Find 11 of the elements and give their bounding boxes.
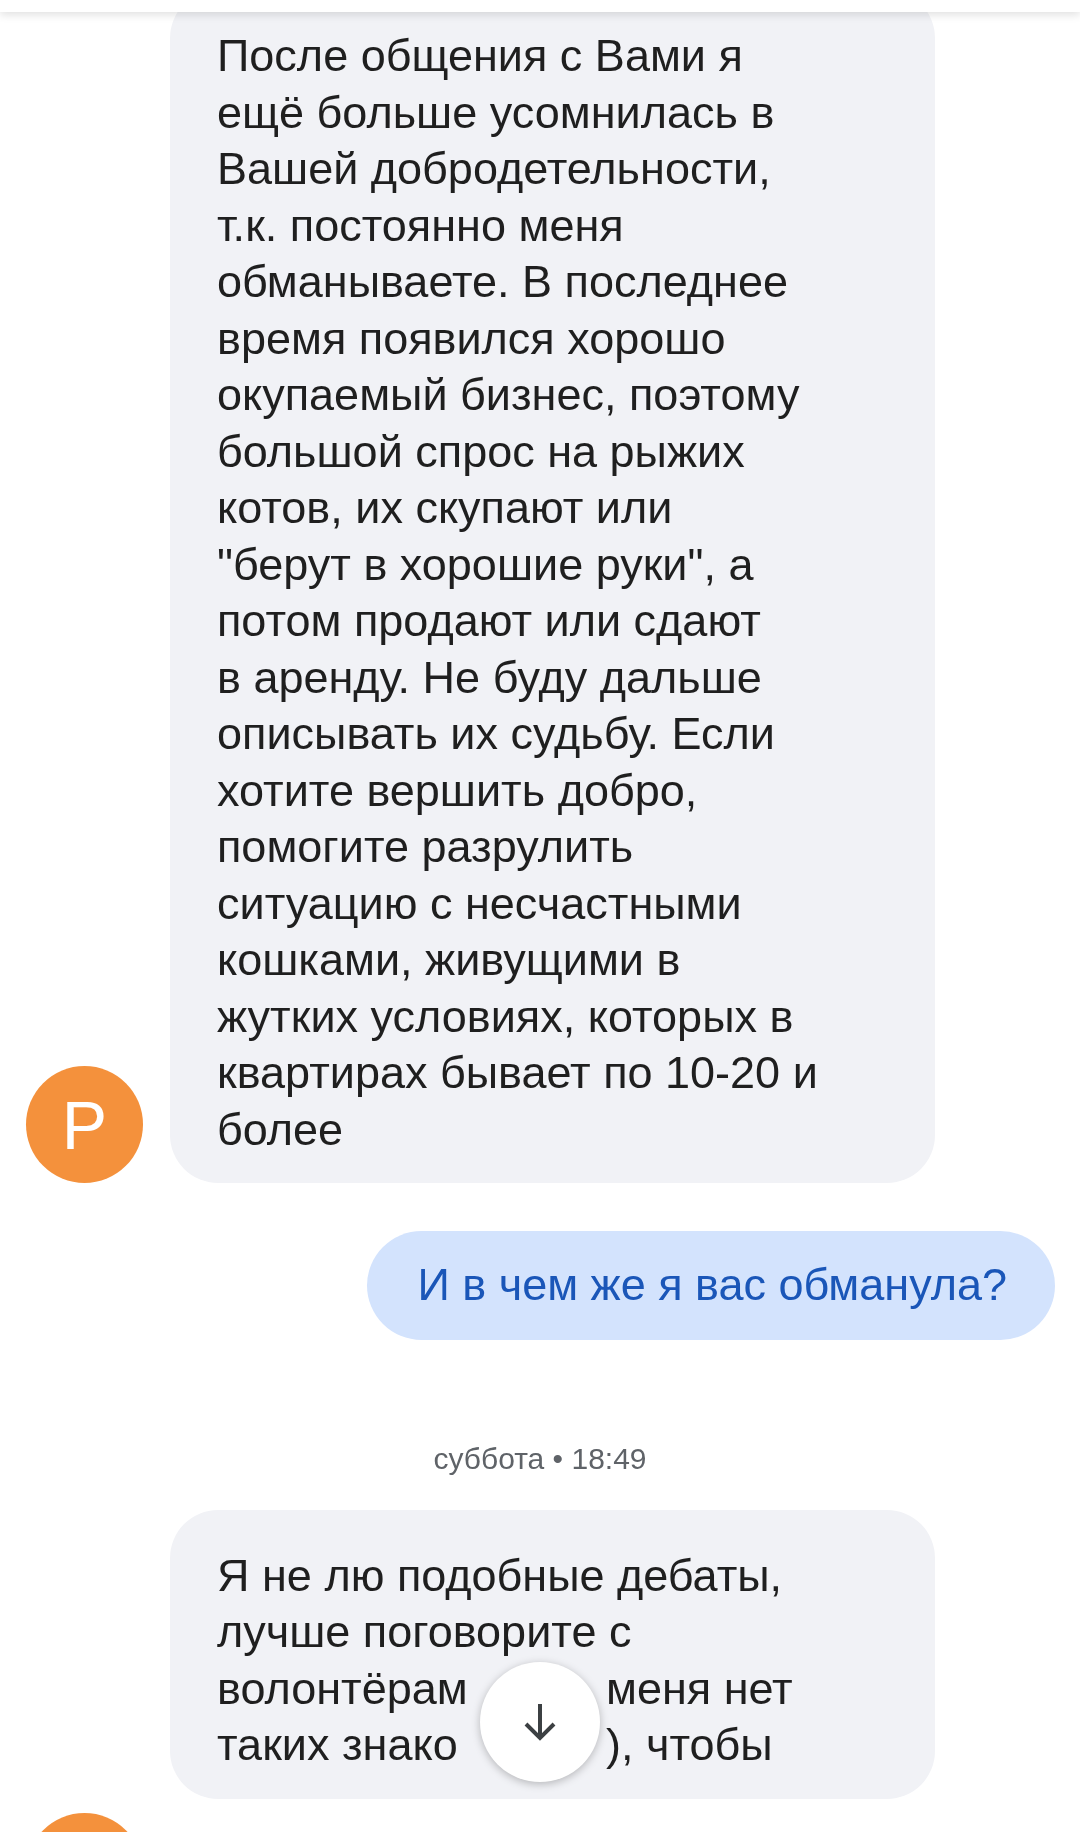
message-text: После общения с Вами я ещё больше усомнилась в Вашей добродетельности, т.к. постоянно меня обманываете. В последнее время появился хорошо окупаемый бизнес, поэтому большой спрос на рыжих котов, их скупают или "берут в хорошие руки", а потом продают или сдают в аренду. Не буду дальше описывать их судьбу. Если хотите вершить добро, помогите разрулить ситуацию с несчастными кошками, живущими в жутких условиях, которых в квартирах бывает по 10-20 и более [217,29,819,1157]
message-text: И в чем же я вас обманула? [417,1258,1007,1312]
message-text: ), чтобы [606,1718,773,1772]
timestamp: суббота • 18:49 [433,1440,647,1477]
avatar: Р [26,1066,143,1183]
message-text: лучше поговорите с [217,1605,632,1659]
message-text: волонтёрам [217,1661,469,1716]
message-text: меня нет [606,1661,793,1716]
message-text: Я не лю подобные дебаты, [217,1548,783,1603]
arrow-down-icon [523,1702,557,1742]
message-text: таких знако [217,1718,459,1772]
